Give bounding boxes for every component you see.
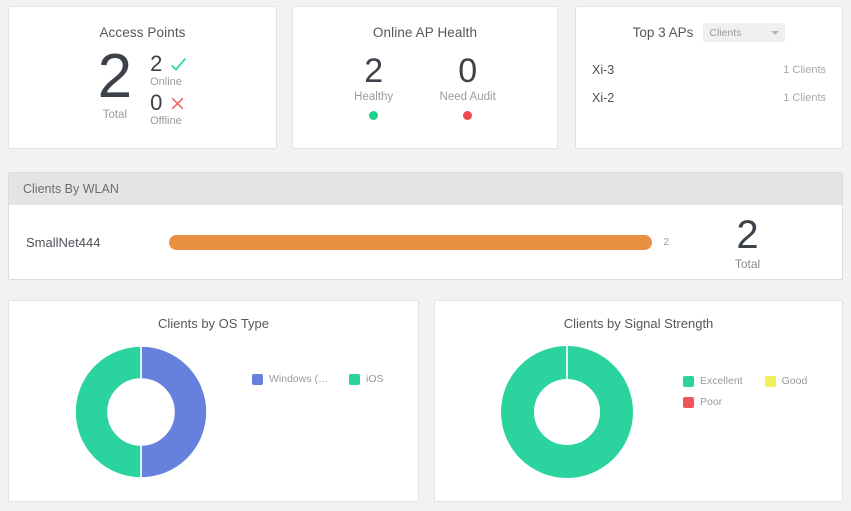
access-points-card: Access Points 2 Total 2 Online 0 Offline	[8, 6, 277, 149]
clients-by-wlan-header-label: Clients By WLAN	[23, 182, 119, 196]
list-item[interactable]: Xi-2 1 Clients	[592, 84, 826, 112]
legend-item[interactable]: Poor	[683, 396, 722, 408]
access-points-total: 2 Total	[97, 42, 133, 122]
legend-swatch	[683, 375, 694, 387]
donut-slice[interactable]	[74, 345, 142, 479]
wlan-name: SmallNet444	[26, 234, 101, 250]
wlan-bar-value: 2	[663, 236, 669, 248]
clients-by-signal-strength-title: Clients by Signal Strength	[563, 316, 714, 331]
legend-swatch	[683, 396, 694, 408]
ap-health-need-audit-label: Need Audit	[439, 91, 496, 103]
cross-icon	[170, 96, 185, 111]
legend-label: Windows (M...	[269, 373, 335, 385]
access-points-total-label: Total	[102, 109, 128, 121]
donut-slice[interactable]	[140, 345, 208, 479]
ap-health-healthy-label: Healthy	[354, 91, 394, 103]
top-aps-header: Top 3 APs Clients	[576, 7, 842, 42]
clients-by-wlan-card: Clients By WLAN SmallNet444 2 2 Total	[8, 172, 843, 280]
top-ap-count: 1 Clients	[783, 92, 826, 104]
check-icon	[170, 56, 187, 73]
chevron-down-icon	[771, 30, 780, 35]
top-aps-metric-value: Clients	[709, 26, 742, 39]
access-points-title: Access Points	[99, 25, 186, 40]
status-dot-healthy	[369, 111, 379, 120]
wlan-total-label: Total	[734, 256, 761, 271]
access-points-offline-value: 0	[150, 90, 163, 115]
clients-by-os-type-card: Clients by OS Type Windows (M... iOS	[8, 300, 419, 502]
legend-label: iOS	[366, 373, 384, 385]
wlan-total: 2 Total	[677, 214, 842, 271]
ap-health-title: Online AP Health	[372, 25, 478, 40]
top-ap-name: Xi-3	[592, 63, 615, 77]
access-points-offline: 0 Offline	[150, 91, 187, 128]
ap-health-card: Online AP Health 2 Healthy 0 Need Audit	[292, 6, 558, 149]
os-type-donut	[74, 345, 208, 479]
access-points-offline-row: 0	[150, 91, 187, 115]
signal-strength-donut	[501, 346, 633, 478]
legend-label: Good	[781, 375, 808, 387]
signal-strength-legend: Excellent Good Poor	[683, 375, 833, 417]
top-aps-title: Top 3 APs	[632, 25, 694, 40]
access-points-offline-label: Offline	[150, 115, 182, 127]
access-points-online-row: 2	[150, 52, 187, 76]
legend-label: Excellent	[700, 375, 743, 387]
status-dot-need-audit	[463, 111, 473, 120]
ap-health-body: 2 Healthy 0 Need Audit	[293, 52, 557, 120]
wlan-bar-row: 2	[169, 234, 677, 250]
dashboard-root: Access Points 2 Total 2 Online 0 Offline…	[0, 0, 851, 511]
wlan-bar	[169, 234, 653, 250]
legend-swatch	[349, 373, 360, 385]
top-aps-card: Top 3 APs Clients Xi-3 1 Clients Xi-2 1 …	[575, 6, 843, 149]
legend-swatch	[252, 373, 263, 385]
ap-health-healthy-value: 2	[364, 52, 384, 90]
access-points-online-value: 2	[150, 51, 163, 76]
legend-item[interactable]: Windows (M...	[252, 373, 335, 385]
clients-by-wlan-header: Clients By WLAN	[9, 173, 842, 205]
clients-by-wlan-body: SmallNet444 2 2 Total	[9, 205, 842, 279]
top-aps-metric-select[interactable]: Clients	[703, 23, 786, 42]
ap-health-need-audit-value: 0	[458, 52, 478, 90]
clients-by-os-type-title: Clients by OS Type	[157, 316, 270, 331]
ap-health-need-audit: 0 Need Audit	[440, 52, 496, 120]
access-points-states: 2 Online 0 Offline	[150, 44, 187, 130]
top-ap-count: 1 Clients	[783, 64, 826, 76]
clients-by-signal-strength-card: Clients by Signal Strength Excellent Good…	[434, 300, 843, 502]
ap-health-healthy: 2 Healthy	[354, 52, 393, 120]
legend-label: Poor	[700, 396, 723, 408]
access-points-online: 2 Online	[150, 52, 187, 89]
access-points-body: 2 Total 2 Online 0 Offline	[9, 44, 276, 130]
access-points-total-value: 2	[97, 42, 133, 111]
os-type-legend: Windows (M... iOS	[252, 373, 410, 394]
top-ap-name: Xi-2	[592, 91, 615, 105]
wlan-total-value: 2	[736, 212, 759, 257]
list-item[interactable]: Xi-3 1 Clients	[592, 56, 826, 84]
clients-by-os-type-chart: Windows (M... iOS	[9, 331, 418, 491]
legend-item[interactable]: iOS	[349, 373, 384, 385]
legend-swatch	[764, 375, 776, 387]
clients-by-signal-strength-chart: Excellent Good Poor	[435, 331, 842, 491]
access-points-online-label: Online	[150, 76, 182, 88]
legend-item[interactable]: Excellent	[683, 375, 743, 387]
legend-item[interactable]: Good	[764, 375, 808, 387]
top-aps-list: Xi-3 1 Clients Xi-2 1 Clients	[576, 56, 842, 112]
